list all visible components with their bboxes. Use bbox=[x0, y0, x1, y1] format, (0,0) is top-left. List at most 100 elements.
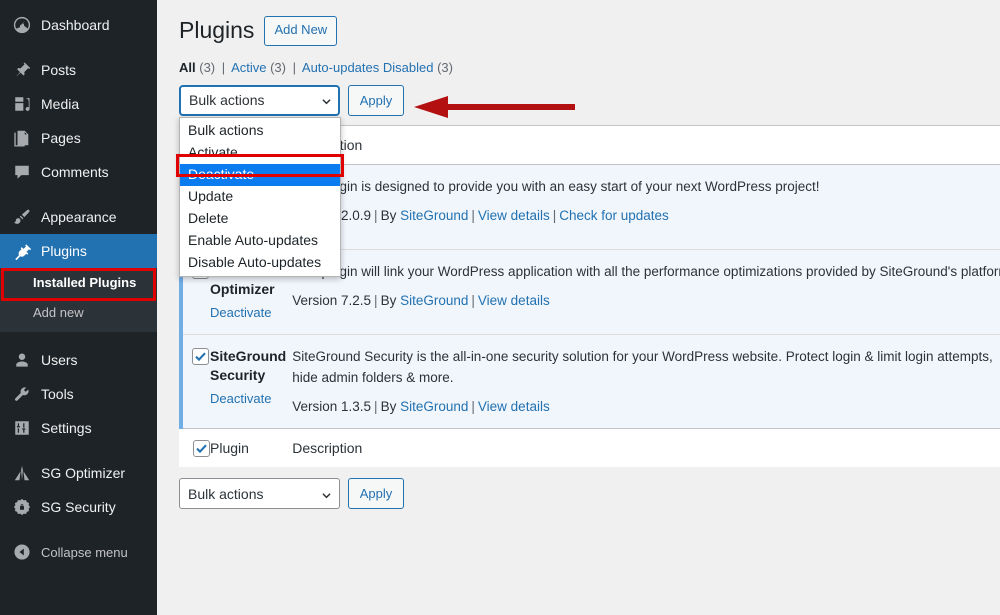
sidebar-item-media[interactable]: Media bbox=[0, 87, 157, 121]
pin-icon bbox=[12, 60, 32, 80]
plugin-meta: Version 7.2.5 | By SiteGround | View details bbox=[292, 292, 550, 308]
plugin-row-actions: Deactivate bbox=[210, 305, 286, 320]
bulk-actions-select-bottom[interactable]: Bulk actions bbox=[179, 478, 340, 510]
sidebar-item-users[interactable]: Users bbox=[0, 343, 157, 377]
sidebar-item-collapse-menu[interactable]: Collapse menu bbox=[0, 535, 157, 569]
sidebar-divider bbox=[0, 42, 157, 53]
apply-button-top[interactable]: Apply bbox=[348, 84, 404, 116]
column-footer-plugin: Plugin bbox=[210, 428, 287, 468]
sidebar-item-label: Posts bbox=[41, 62, 77, 78]
filter-active-count: (3) bbox=[270, 59, 286, 75]
plugin-description: SiteGround Security is the all-in-one se… bbox=[292, 349, 993, 386]
plugin-row-actions: Deactivate bbox=[210, 391, 286, 406]
sidebar-item-label: Appearance bbox=[41, 209, 117, 225]
sidebar-divider bbox=[0, 524, 157, 535]
plugin-author-link[interactable]: SiteGround bbox=[400, 399, 468, 414]
sidebar-item-installed-plugins[interactable]: Installed Plugins bbox=[0, 268, 157, 298]
filter-separator: | bbox=[292, 59, 296, 75]
plug-icon bbox=[12, 241, 32, 261]
plugins-submenu: Installed Plugins Add new bbox=[0, 268, 157, 332]
paintbrush-icon bbox=[12, 207, 32, 227]
dropdown-option-bulk-actions[interactable]: Bulk actions bbox=[180, 120, 340, 142]
filter-active[interactable]: Active bbox=[231, 60, 266, 75]
pages-icon bbox=[12, 128, 32, 148]
filter-all[interactable]: All bbox=[179, 60, 196, 75]
submenu-item-label: Add new bbox=[33, 305, 84, 320]
row-checkbox[interactable] bbox=[192, 347, 209, 365]
tablenav-bottom: Bulk actions Apply bbox=[179, 478, 1000, 510]
plugin-description: This plugin is designed to provide you w… bbox=[292, 178, 820, 194]
sidebar-item-appearance[interactable]: Appearance bbox=[0, 200, 157, 234]
plugin-description-cell: SiteGround Security is the all-in-one se… bbox=[286, 334, 1000, 430]
sliders-icon bbox=[12, 418, 32, 438]
deactivate-link[interactable]: Deactivate bbox=[210, 305, 271, 320]
column-header-description: Description bbox=[286, 125, 1000, 165]
plugin-description: This plugin will link your WordPress app… bbox=[292, 264, 1000, 280]
select-all-footer bbox=[181, 428, 210, 468]
dropdown-option-deactivate[interactable]: Deactivate bbox=[180, 164, 340, 186]
plugin-version: Version 1.3.5 bbox=[292, 399, 372, 415]
bulk-actions-select-top[interactable]: Bulk actions bbox=[179, 84, 340, 116]
sidebar-item-pages[interactable]: Pages bbox=[0, 121, 157, 155]
sidebar-item-plugins[interactable]: Plugins bbox=[0, 234, 165, 268]
check-for-updates-link[interactable]: Check for updates bbox=[559, 208, 669, 223]
filter-auto-updates-disabled[interactable]: Auto-updates Disabled bbox=[302, 60, 434, 75]
sidebar-item-label: Media bbox=[41, 96, 80, 112]
sidebar-item-sg-optimizer[interactable]: SG Optimizer bbox=[0, 456, 157, 490]
plugin-description-cell: This plugin is designed to provide you w… bbox=[286, 164, 1000, 251]
bulk-actions-dropdown-list[interactable]: Bulk actions Activate Deactivate Update … bbox=[179, 117, 341, 277]
add-new-plugin-button[interactable]: Add New bbox=[264, 16, 338, 46]
tablenav-top: Bulk actions Apply bbox=[179, 84, 1000, 116]
bulk-actions-selected-value: Bulk actions bbox=[189, 92, 265, 109]
plugins-table-foot: Plugin Description bbox=[181, 428, 1000, 468]
sg-optimizer-icon bbox=[12, 463, 32, 483]
sidebar-item-settings[interactable]: Settings bbox=[0, 411, 157, 445]
column-footer-description: Description bbox=[286, 428, 1000, 468]
sidebar-item-label: Users bbox=[41, 352, 78, 368]
sidebar-divider bbox=[0, 332, 157, 343]
media-icon bbox=[12, 94, 32, 114]
page-header: Plugins Add New bbox=[179, 16, 1000, 46]
page-title: Plugins bbox=[179, 17, 255, 43]
sidebar-divider bbox=[0, 189, 157, 200]
plugin-description-cell: This plugin will link your WordPress app… bbox=[286, 249, 1000, 336]
sidebar-item-sg-security[interactable]: SG Security bbox=[0, 490, 157, 524]
plugin-author-link[interactable]: SiteGround bbox=[400, 208, 468, 223]
plugin-meta: Version 2.0.9|By SiteGround|View details… bbox=[292, 208, 1000, 223]
sidebar-item-comments[interactable]: Comments bbox=[0, 155, 157, 189]
wordpress-admin-screen: Dashboard Posts Media Pages Comments App… bbox=[0, 0, 1000, 615]
sidebar-item-tools[interactable]: Tools bbox=[0, 377, 157, 411]
sidebar-item-label: SG Optimizer bbox=[41, 465, 126, 481]
plugin-by-label: By bbox=[380, 207, 397, 223]
apply-button-bottom[interactable]: Apply bbox=[348, 478, 404, 510]
sidebar-item-label: Collapse menu bbox=[41, 544, 128, 560]
plugin-by-label: By bbox=[380, 292, 397, 308]
plugin-version: Version 7.2.5 bbox=[292, 292, 372, 308]
sidebar-item-label: Comments bbox=[41, 164, 109, 180]
view-details-link[interactable]: View details bbox=[478, 399, 550, 414]
plugin-author-link[interactable]: SiteGround bbox=[400, 293, 468, 308]
sidebar-item-label: Settings bbox=[41, 420, 92, 436]
filter-all-count: (3) bbox=[199, 59, 216, 75]
dropdown-option-enable-auto-updates[interactable]: Enable Auto-updates bbox=[180, 230, 340, 252]
select-all-checkbox-bottom[interactable] bbox=[193, 440, 210, 458]
sidebar-item-posts[interactable]: Posts bbox=[0, 53, 157, 87]
dropdown-option-delete[interactable]: Delete bbox=[180, 208, 340, 230]
sidebar-item-label: Plugins bbox=[41, 243, 87, 259]
sidebar-divider bbox=[0, 445, 157, 456]
sidebar-item-add-new-plugin[interactable]: Add new bbox=[0, 298, 157, 328]
dashboard-icon bbox=[12, 15, 32, 35]
dropdown-option-activate[interactable]: Activate bbox=[180, 142, 340, 164]
sg-security-icon bbox=[12, 497, 32, 517]
dropdown-option-update[interactable]: Update bbox=[180, 186, 340, 208]
plugin-by-label: By bbox=[380, 399, 397, 415]
user-icon bbox=[12, 350, 32, 370]
sidebar-item-dashboard[interactable]: Dashboard bbox=[0, 8, 157, 42]
dropdown-option-disable-auto-updates[interactable]: Disable Auto-updates bbox=[180, 252, 340, 274]
filter-auto-updates-disabled-count: (3) bbox=[437, 59, 453, 75]
view-details-link[interactable]: View details bbox=[478, 208, 550, 223]
sidebar-item-label: Pages bbox=[41, 130, 81, 146]
view-details-link[interactable]: View details bbox=[478, 293, 550, 308]
collapse-arrow-icon bbox=[12, 542, 32, 562]
deactivate-link[interactable]: Deactivate bbox=[210, 391, 271, 406]
